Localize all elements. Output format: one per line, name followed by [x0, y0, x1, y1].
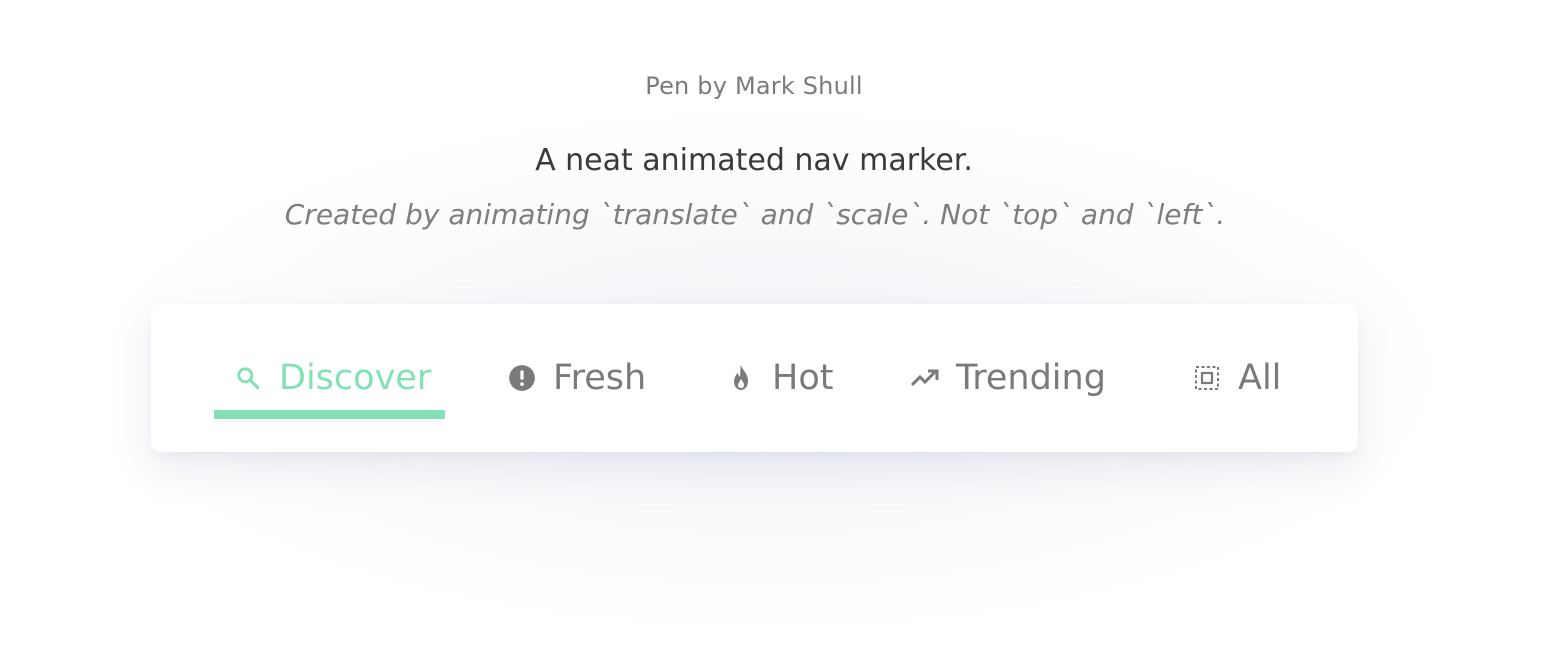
trending-up-icon	[910, 363, 940, 393]
nav-item-hot[interactable]: Hot	[726, 304, 833, 452]
nav-item-trending[interactable]: Trending	[910, 304, 1106, 452]
flame-icon	[726, 363, 756, 393]
page-title: A neat animated nav marker.	[535, 143, 973, 178]
nav-active-marker	[214, 410, 445, 419]
select-all-icon	[1192, 363, 1222, 393]
alert-circle-icon	[507, 363, 537, 393]
nav-item-label: Hot	[772, 357, 834, 398]
nav-item-label: Fresh	[553, 357, 647, 398]
nav-item-label: Trending	[956, 357, 1106, 398]
nav-item-discover[interactable]: Discover	[233, 304, 431, 452]
nav-item-all[interactable]: All	[1192, 304, 1281, 452]
page-subtitle: Created by animating `translate` and `sc…	[284, 198, 1226, 231]
nav-item-fresh[interactable]: Fresh	[507, 304, 646, 452]
page: Pen by Mark Shull A neat animated nav ma…	[0, 0, 1542, 660]
nav-item-label: All	[1238, 357, 1282, 398]
pen-credit: Pen by Mark Shull	[645, 72, 863, 100]
nav-bar: Discover Fresh Hot Trending All	[151, 304, 1358, 452]
search-icon	[233, 363, 263, 393]
nav-item-label: Discover	[279, 357, 432, 398]
